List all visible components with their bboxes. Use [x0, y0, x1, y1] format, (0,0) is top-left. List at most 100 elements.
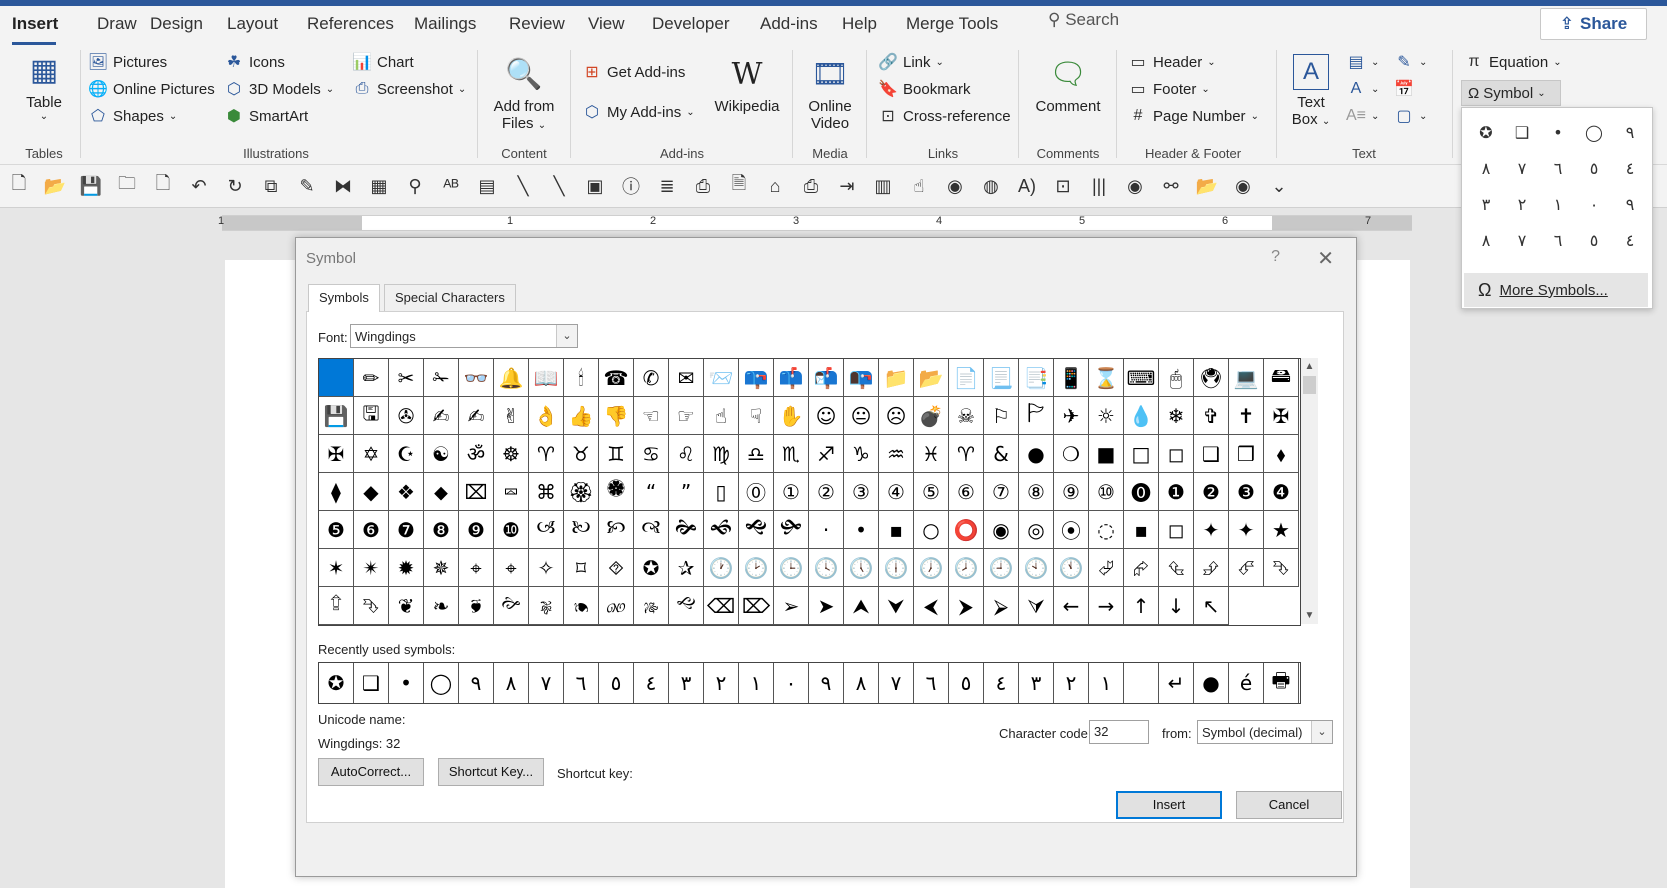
links-icon[interactable]: ⚯: [1160, 175, 1182, 197]
symbol-cell[interactable]: ♎: [739, 435, 774, 473]
open-icon[interactable]: 📂: [44, 175, 66, 197]
object-button[interactable]: ▢ ⌄: [1394, 106, 1427, 126]
symbol-cell[interactable]: ☝: [704, 397, 739, 435]
recent-symbol-cell[interactable]: ❑: [354, 663, 389, 703]
symbol-cell[interactable]: ❦: [389, 587, 424, 625]
symbol-dropdown-item[interactable]: ٧: [1504, 222, 1540, 258]
signature-line-button[interactable]: ✎ ⌄: [1394, 52, 1427, 72]
symbol-cell[interactable]: 🕒: [774, 549, 809, 587]
symbol-cell[interactable]: ⮷: [354, 587, 389, 625]
recent-symbol-cell[interactable]: [1124, 663, 1159, 703]
recent-symbol-cell[interactable]: ٧: [529, 663, 564, 703]
bookmark-button[interactable]: 🔖 Bookmark: [878, 79, 971, 99]
symbol-cell[interactable]: 🏱: [1019, 397, 1054, 435]
symbol-cell[interactable]: ☪: [389, 435, 424, 473]
symbol-cell[interactable]: 🕖: [914, 549, 949, 587]
symbol-dropdown-item[interactable]: ٩: [1612, 114, 1648, 150]
symbol-cell[interactable]: 🖲: [1194, 359, 1229, 397]
symbol-cell[interactable]: 📂: [914, 359, 949, 397]
symbol-cell[interactable]: ➢: [774, 587, 809, 625]
symbol-cell[interactable]: 📪: [739, 359, 774, 397]
symbol-cell[interactable]: ⮰: [1089, 549, 1124, 587]
wikipedia-button[interactable]: W Wikipedia: [712, 54, 782, 116]
symbol-dropdown-item[interactable]: ✪: [1468, 114, 1504, 150]
doc-icon[interactable]: ▤: [476, 175, 498, 197]
symbol-cell[interactable]: ✶: [319, 549, 354, 587]
symbol-cell[interactable]: 🕑: [739, 549, 774, 587]
symbol-cell[interactable]: ●: [1019, 435, 1054, 473]
symbol-cell[interactable]: ✴: [354, 549, 389, 587]
tab-symbols[interactable]: Symbols: [308, 284, 380, 312]
symbol-cell[interactable]: ①: [774, 473, 809, 511]
recent-symbol-cell[interactable]: ٩: [809, 663, 844, 703]
symbol-cell[interactable]: ☞: [669, 397, 704, 435]
new-document-icon[interactable]: 🗋: [8, 173, 30, 197]
symbol-cell[interactable]: ⌖: [494, 549, 529, 587]
symbol-cell[interactable]: ❹: [1264, 473, 1299, 511]
symbol-cell[interactable]: ◻: [1159, 435, 1194, 473]
recent-symbol-cell[interactable]: ٩: [459, 663, 494, 703]
tab-mailings[interactable]: Mailings: [414, 14, 476, 34]
recent-symbol-cell[interactable]: ٧: [879, 663, 914, 703]
tab-help[interactable]: Help: [842, 14, 877, 34]
symbol-cell[interactable]: 📖: [529, 359, 564, 397]
symbol-cell[interactable]: ⮴: [1159, 549, 1194, 587]
symbol-cell[interactable]: ✉: [669, 359, 704, 397]
symbol-cell[interactable]: 📫: [774, 359, 809, 397]
tab-draw[interactable]: Draw: [97, 14, 137, 34]
character-code-input[interactable]: 32: [1089, 720, 1149, 744]
symbol-cell[interactable]: •: [844, 511, 879, 549]
symbol-cell[interactable]: 💻: [1229, 359, 1264, 397]
symbol-cell[interactable]: 🙡: [599, 511, 634, 549]
tab-insert[interactable]: Insert: [12, 14, 58, 34]
symbol-cell[interactable]: ■: [1089, 435, 1124, 473]
symbol-cell[interactable]: ⚐: [984, 397, 1019, 435]
symbol-cell[interactable]: ✦: [1229, 511, 1264, 549]
save-icon[interactable]: 💾: [80, 175, 102, 197]
symbol-cell[interactable]: ✰: [669, 549, 704, 587]
shape-icon[interactable]: ▣: [584, 175, 606, 197]
drop-cap-button[interactable]: A≡ ⌄: [1346, 106, 1379, 126]
symbol-cell[interactable]: 🕘: [984, 549, 1019, 587]
date-time-button[interactable]: 📅: [1394, 79, 1414, 99]
recent-symbol-cell[interactable]: ٢: [1054, 663, 1089, 703]
symbol-cell[interactable]: ✏: [354, 359, 389, 397]
list-icon[interactable]: ≣: [656, 175, 678, 197]
smartart-button[interactable]: ⬢ SmartArt: [224, 106, 308, 126]
symbol-cell[interactable]: ⬥: [424, 473, 459, 511]
tab-special-characters[interactable]: Special Characters: [384, 284, 516, 311]
symbol-cell[interactable]: ✌: [494, 397, 529, 435]
symbol-cell[interactable]: ❿: [494, 511, 529, 549]
gauge-icon[interactable]: ◍: [980, 175, 1002, 197]
symbol-cell[interactable]: ◉: [984, 511, 1019, 549]
symbol-cell[interactable]: 📄: [949, 359, 984, 397]
symbol-cell[interactable]: ⮝: [844, 587, 879, 625]
tab-review[interactable]: Review: [509, 14, 565, 34]
symbol-dropdown-item[interactable]: ٢: [1504, 186, 1540, 222]
symbol-cell[interactable]: ❍: [1054, 435, 1089, 473]
symbol-cell[interactable]: ⌖: [459, 549, 494, 587]
symbol-cell[interactable]: ✠: [1264, 397, 1299, 435]
my-addins-button[interactable]: ⬡ My Add-ins ⌄: [582, 102, 695, 122]
symbol-dropdown-item[interactable]: ٥: [1576, 222, 1612, 258]
symbol-cell[interactable]: 💣: [914, 397, 949, 435]
symbol-cell[interactable]: ✍: [424, 397, 459, 435]
symbol-cell[interactable]: ♍: [704, 435, 739, 473]
export-icon[interactable]: ⇥: [836, 175, 858, 197]
symbol-cell[interactable]: ❄: [1159, 397, 1194, 435]
recent-symbol-cell[interactable]: ٨: [844, 663, 879, 703]
symbol-cell[interactable]: 🕔: [844, 549, 879, 587]
table-icon[interactable]: ▦: [368, 175, 390, 197]
chart-button[interactable]: 📊 Chart: [352, 52, 414, 72]
recent-symbol-cell[interactable]: ٠: [774, 663, 809, 703]
text-box-button[interactable]: A Text Box ⌄: [1284, 54, 1338, 128]
symbol-dropdown-item[interactable]: ٥: [1576, 150, 1612, 186]
symbol-cell[interactable]: ③: [844, 473, 879, 511]
symbol-cell[interactable]: 🔔: [494, 359, 529, 397]
comment-button[interactable]: 🗨 Comment: [1028, 54, 1108, 116]
icons-button[interactable]: ☘ Icons: [224, 52, 285, 72]
table-button[interactable]: ▦ Table ⌄: [14, 50, 74, 123]
symbol-cell[interactable]: 😐: [844, 397, 879, 435]
recent-symbol-cell[interactable]: ✪: [319, 663, 354, 703]
symbol-cell[interactable]: 🙐: [599, 587, 634, 625]
